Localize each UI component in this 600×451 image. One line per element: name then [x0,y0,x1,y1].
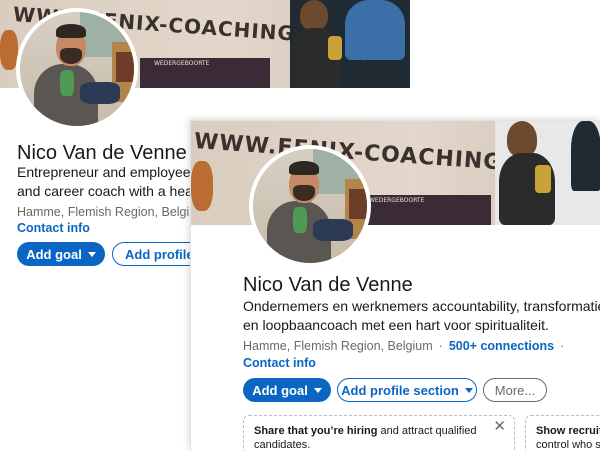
profile-headline: Ondernemers en werknemers accountability… [243,297,600,335]
add-profile-section-button[interactable]: Add profile section [337,378,477,402]
headline-line-2: and career coach with a hear [17,183,198,199]
chevron-down-icon [87,251,96,257]
profile-location: Hamme, Flemish Region, Belgiu [17,205,197,219]
headline-line-1: Entrepreneur and employee a [17,164,203,180]
hiring-prompt-rest: and attract qualified [377,425,477,437]
recruiter-prompt-card[interactable]: Show recruite control who s [525,415,600,451]
profile-meta-line: Hamme, Flemish Region, Belgium · 500+ conn… [243,339,565,353]
more-label: More... [494,382,536,398]
contact-info-link[interactable]: Contact info [243,356,316,370]
hiring-prompt-line2: candidates. [254,439,311,451]
profile-headline: Entrepreneur and employee a and career c… [17,163,202,201]
profile-photo-avatar[interactable] [16,8,138,130]
profile-photo-avatar[interactable] [249,145,371,267]
headline-line-1: Ondernemers en werknemers accountability… [243,298,600,314]
recruiter-prompt-strong: Show recruite [536,425,600,437]
add-profile-label: Add profile section [341,382,459,398]
recruiter-prompt-line2: control who s [536,439,600,451]
hiring-prompt-card[interactable]: ✕ Share that you’re hiring and attract q… [243,415,515,451]
add-goal-button[interactable]: Add goal [17,242,105,266]
hiring-prompt-strong: Share that you’re hiring [254,425,378,437]
profile-location: Hamme, Flemish Region, Belgium [243,339,433,353]
contact-info-link[interactable]: Contact info [17,221,90,235]
more-button[interactable]: More... [483,378,547,402]
connections-link[interactable]: 500+ connections [449,339,554,353]
close-icon[interactable]: ✕ [493,419,506,434]
chevron-down-icon [313,387,322,393]
chevron-down-icon [464,387,473,393]
add-goal-label: Add goal [26,246,82,262]
add-goal-label: Add goal [252,382,308,398]
profile-name: Nico Van de Venne [243,274,413,296]
profile-card-dutch: WWW.FENIX-COACHING.COM WEDERGEBOORTE Nic… [190,120,600,451]
add-goal-button[interactable]: Add goal [243,378,331,402]
profile-name: Nico Van de Venne [17,142,187,164]
headline-line-2: en loopbaancoach met een hart voor spiri… [243,317,549,333]
